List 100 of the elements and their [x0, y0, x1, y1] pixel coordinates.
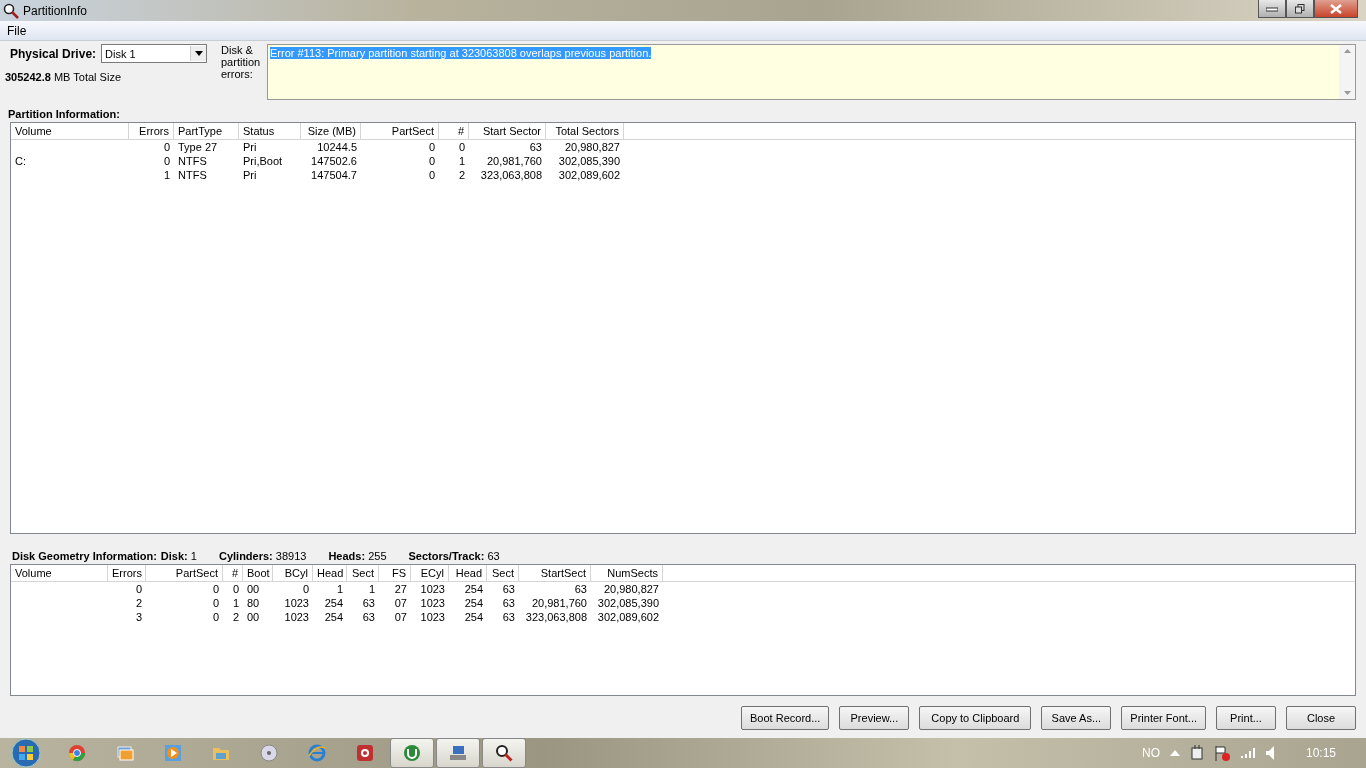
table-cell-text: 63: [501, 610, 516, 624]
flag-error-icon[interactable]: [1213, 745, 1230, 761]
dialog-button[interactable]: Print...: [1216, 706, 1276, 730]
table-cell-text: 1: [335, 582, 344, 596]
table-cell-text: 20,980,827: [563, 140, 621, 154]
table-cell-text: Pri,Boot: [242, 154, 284, 168]
table-cell-text: 0: [457, 140, 466, 154]
column-header[interactable]: PartSect: [146, 565, 223, 581]
signal-bars-icon[interactable]: [1239, 747, 1256, 759]
drive-dropdown[interactable]: Disk 1: [101, 44, 208, 63]
windows-logo-icon: [11, 738, 41, 768]
dialog-button[interactable]: Preview...: [839, 706, 910, 730]
scroll-down-icon[interactable]: [1343, 91, 1351, 95]
table-cell-text: 07: [393, 610, 408, 624]
dialog-button[interactable]: Boot Record...: [741, 706, 830, 730]
restore-button[interactable]: [1286, 0, 1314, 18]
browser-icon[interactable]: [68, 744, 86, 762]
table-cell-text: 1023: [283, 596, 310, 610]
dialog-button[interactable]: Printer Font...: [1121, 706, 1206, 730]
table-cell-text: 63: [573, 582, 588, 596]
table-cell-text: NTFS: [177, 168, 208, 182]
column-header[interactable]: Volume: [11, 123, 129, 139]
table-cell-text: 147502.6: [310, 154, 358, 168]
total-size-text: 305242.8 MB Total Size: [5, 71, 122, 83]
column-header[interactable]: Size (MB): [301, 123, 361, 139]
table-cell-text: C:: [14, 154, 27, 168]
magnifier-icon: [3, 2, 19, 19]
media-player-icon[interactable]: [164, 744, 182, 762]
column-header[interactable]: Errors: [108, 565, 146, 581]
column-header[interactable]: PartSect: [361, 123, 439, 139]
column-header[interactable]: Total Sectors: [546, 123, 624, 139]
table-cell-text: 0: [231, 582, 240, 596]
column-header[interactable]: BCyl: [273, 565, 313, 581]
column-header[interactable]: ECyl: [411, 565, 449, 581]
column-header[interactable]: Start Sector: [469, 123, 546, 139]
record-icon[interactable]: [356, 744, 374, 762]
minimize-icon: [1266, 5, 1278, 12]
table-cell-text: 254: [323, 610, 344, 624]
dialog-button[interactable]: Copy to Clipboard: [919, 706, 1032, 730]
error-message: Error #113: Primary partition starting at 323063808 overlaps previous partition.: [270, 47, 652, 59]
table-cell-text: 63: [361, 596, 376, 610]
column-header[interactable]: FS: [379, 565, 411, 581]
column-header[interactable]: NumSects: [591, 565, 663, 581]
column-header[interactable]: Volume: [11, 565, 108, 581]
table-cell-text: 07: [393, 596, 408, 610]
section-title: Disk Geometry Information:: [12, 550, 157, 562]
column-header[interactable]: StartSect: [519, 565, 591, 581]
power-plug-icon[interactable]: [1189, 745, 1204, 761]
column-header[interactable]: Sect: [487, 565, 519, 581]
menu-item[interactable]: File: [0, 23, 34, 38]
table-cell-text: 302,085,390: [596, 596, 660, 610]
column-header[interactable]: Head: [449, 565, 487, 581]
table-cell-text: 0: [427, 140, 436, 154]
magnifier-icon[interactable]: [495, 744, 513, 762]
network-computer-icon[interactable]: [449, 744, 467, 762]
column-header[interactable]: PartType: [174, 123, 239, 139]
table-cell-text: Type 27: [177, 140, 219, 154]
column-header[interactable]: #: [439, 123, 469, 139]
table-cell-text: 20,981,760: [485, 154, 543, 168]
table-cell-text: 1: [367, 582, 376, 596]
table-cell-text: 1: [457, 154, 466, 168]
dialog-button[interactable]: Close: [1286, 706, 1356, 730]
table-cell-text: 27: [393, 582, 408, 596]
scroll-up-icon[interactable]: [1343, 49, 1351, 53]
table-cell-text: 2: [231, 610, 240, 624]
column-header[interactable]: Head: [313, 565, 347, 581]
table-cell-text: 20,980,827: [602, 582, 660, 596]
column-header[interactable]: Status: [239, 123, 301, 139]
globe-e-icon[interactable]: [308, 744, 326, 762]
table-cell-text: 0: [427, 168, 436, 182]
column-header[interactable]: Errors: [129, 123, 174, 139]
table-cell-text: 0: [162, 140, 171, 154]
start-button[interactable]: [8, 738, 44, 768]
restore-icon: [1295, 3, 1305, 14]
minimize-button[interactable]: [1258, 0, 1286, 18]
table-cell-text: 323,063,808: [479, 168, 543, 182]
table-cell-text: 323,063,808: [524, 610, 588, 624]
column-header[interactable]: #: [223, 565, 243, 581]
close-icon: [1330, 3, 1342, 14]
dialog-button[interactable]: Save As...: [1041, 706, 1112, 730]
drive-label: Physical Drive:: [10, 46, 97, 61]
table-cell-text: 63: [501, 596, 516, 610]
pictures-icon[interactable]: [116, 744, 134, 762]
table-cell-text: 302,089,602: [557, 168, 621, 182]
speaker-icon[interactable]: [1265, 746, 1276, 760]
disc-icon[interactable]: [260, 744, 278, 762]
close-button[interactable]: [1314, 0, 1358, 18]
column-header[interactable]: Sect: [347, 565, 379, 581]
table-cell-text: 00: [246, 582, 261, 596]
table-cell-text: 00: [246, 610, 261, 624]
scrollbar[interactable]: [1339, 45, 1355, 99]
table-cell-text: 1023: [283, 610, 310, 624]
column-header[interactable]: Boot: [243, 565, 273, 581]
table-cell-text: NTFS: [177, 154, 208, 168]
caret-up-icon[interactable]: [1169, 750, 1180, 756]
table-cell-text: 63: [361, 610, 376, 624]
geometry-field: Heads: 255: [328, 550, 387, 562]
torrent-icon[interactable]: [403, 744, 421, 762]
table-cell-text: 63: [528, 140, 543, 154]
taskbar-button[interactable]: [482, 738, 526, 768]
